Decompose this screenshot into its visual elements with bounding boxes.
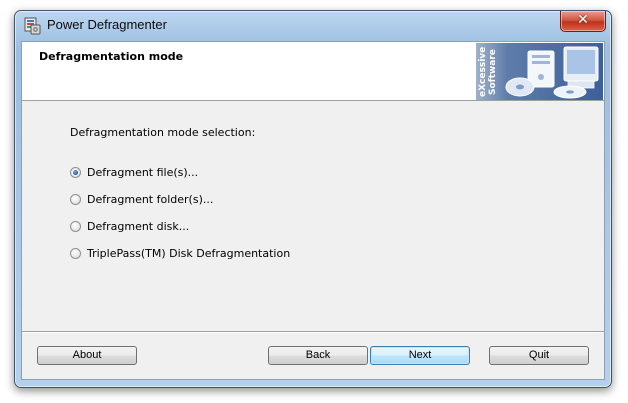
about-button[interactable]: About	[37, 346, 137, 365]
radio-button[interactable]	[70, 193, 81, 205]
option-defragment-disk[interactable]: Defragment disk...	[70, 218, 189, 234]
back-button[interactable]: Back	[268, 346, 368, 365]
option-defragment-folders[interactable]: Defragment folder(s)...	[70, 191, 213, 207]
wizard-header: Defragmentation mode eXcessive Software	[22, 42, 604, 101]
excessive-software-banner: eXcessive Software	[476, 43, 603, 100]
option-label: Defragment folder(s)...	[87, 192, 214, 206]
title-bar[interactable]: Power Defragmenter ✕	[15, 11, 611, 41]
radio-button[interactable]	[70, 247, 81, 259]
window-title: Power Defragmenter	[47, 17, 167, 32]
page-title: Defragmentation mode	[39, 50, 184, 63]
mode-selection-label: Defragmentation mode selection:	[70, 126, 256, 139]
option-label: TriplePass(TM) Disk Defragmentation	[87, 246, 291, 260]
banner-logo-text: eXcessive Software	[478, 46, 498, 98]
option-defragment-files[interactable]: Defragment file(s)...	[70, 164, 198, 180]
app-window: Power Defragmenter ✕ Defragmentation mod…	[14, 10, 612, 388]
next-button[interactable]: Next	[370, 346, 470, 365]
radio-button[interactable]	[70, 220, 81, 232]
option-triplepass[interactable]: TriplePass(TM) Disk Defragmentation	[70, 245, 290, 261]
footer-divider	[22, 331, 604, 333]
close-button[interactable]: ✕	[560, 11, 606, 32]
option-label: Defragment file(s)...	[87, 165, 199, 179]
dialog-client-area: Defragmentation mode eXcessive Software	[21, 41, 605, 380]
defragmenter-app-icon	[24, 17, 41, 35]
quit-button[interactable]: Quit	[489, 346, 589, 365]
option-label: Defragment disk...	[87, 219, 190, 233]
computer-disks-icon	[505, 46, 599, 99]
close-icon: ✕	[577, 12, 589, 28]
radio-button-checked[interactable]	[70, 166, 81, 178]
